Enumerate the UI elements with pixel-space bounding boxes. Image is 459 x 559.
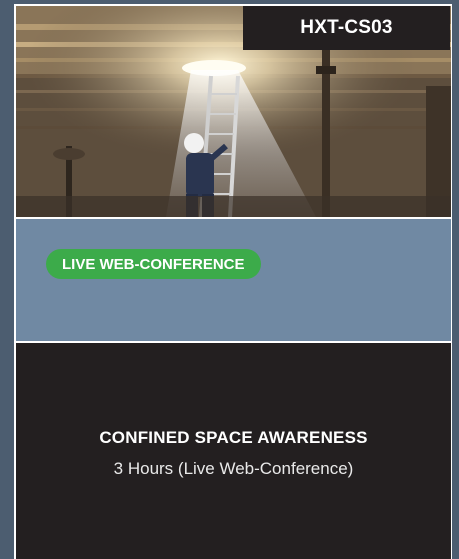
course-card[interactable]: HXT-CS03 LIVE WEB-CONFERENCE CONFINED SP… <box>14 4 452 559</box>
course-info-panel: CONFINED SPACE AWARENESS 3 Hours (Live W… <box>16 343 451 559</box>
course-duration: 3 Hours (Live Web-Conference) <box>113 459 354 478</box>
format-panel: LIVE WEB-CONFERENCE <box>16 219 451 341</box>
course-code-tag: HXT-CS03 <box>243 6 450 50</box>
live-web-conference-badge: LIVE WEB-CONFERENCE <box>46 249 261 279</box>
course-title[interactable]: CONFINED SPACE AWARENESS <box>16 428 451 448</box>
course-photo: HXT-CS03 <box>16 6 451 217</box>
